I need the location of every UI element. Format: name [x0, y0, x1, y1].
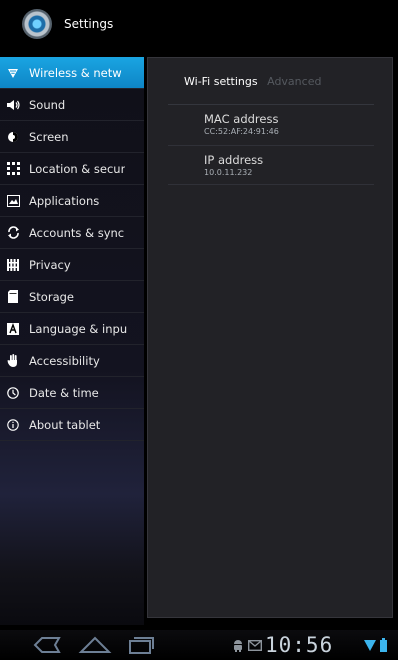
ip-address-value: 10.0.11.232 — [204, 168, 253, 177]
wifi-signal-icon[interactable] — [364, 639, 376, 651]
storage-icon — [6, 290, 20, 304]
sidebar-item-applications[interactable]: Applications — [0, 185, 144, 217]
settings-app-icon[interactable] — [22, 9, 52, 39]
sidebar-item-about-tablet[interactable]: About tablet — [0, 409, 144, 441]
privacy-icon — [6, 258, 20, 272]
app-title: Settings — [64, 17, 114, 31]
settings-sidebar: Wireless & netw Sound Screen Location & … — [0, 57, 144, 625]
settings-tabs: Wi-Fi settings Advanced — [184, 75, 321, 88]
sync-icon — [6, 226, 20, 240]
sidebar-item-label: Privacy — [29, 257, 71, 272]
sidebar-item-label: Accessibility — [29, 353, 100, 368]
sidebar-item-location[interactable]: Location & secur — [0, 153, 144, 185]
sidebar-item-date-time[interactable]: Date & time — [0, 377, 144, 409]
sidebar-item-label: Date & time — [29, 385, 99, 400]
sidebar-item-privacy[interactable]: Privacy — [0, 249, 144, 281]
ip-address-label: IP address — [204, 153, 264, 167]
sidebar-item-label: Applications — [29, 193, 100, 208]
sidebar-item-accounts[interactable]: Accounts & sync — [0, 217, 144, 249]
sidebar-item-label: Storage — [29, 289, 74, 304]
sidebar-item-label: Sound — [29, 97, 66, 112]
sidebar-item-label: Location & secur — [29, 161, 126, 176]
applications-icon — [6, 194, 20, 208]
sidebar-item-wireless[interactable]: Wireless & netw — [0, 57, 144, 89]
list-divider — [168, 184, 374, 185]
wifi-icon — [6, 66, 20, 80]
sidebar-item-label: Screen — [29, 129, 69, 144]
sidebar-item-label: Language & inpu — [29, 321, 128, 336]
sidebar-item-label: Accounts & sync — [29, 225, 125, 240]
recent-apps-button[interactable] — [127, 635, 155, 655]
system-bar: 10:56 — [0, 630, 398, 660]
screen-icon — [6, 130, 20, 144]
mac-address-preference[interactable]: MAC address CC:52:AF:24:91:46 — [204, 112, 384, 136]
sidebar-item-storage[interactable]: Storage — [0, 281, 144, 313]
battery-icon[interactable] — [380, 638, 387, 652]
sidebar-item-screen[interactable]: Screen — [0, 121, 144, 153]
speaker-icon — [6, 98, 20, 112]
gmail-icon[interactable] — [248, 640, 262, 651]
title-bar: Settings — [0, 0, 398, 48]
tab-advanced[interactable]: Advanced — [267, 75, 321, 88]
mac-address-label: MAC address — [204, 112, 279, 126]
back-button[interactable] — [33, 636, 61, 654]
clock-icon — [6, 386, 20, 400]
tab-wifi-settings[interactable]: Wi-Fi settings — [184, 75, 258, 88]
status-clock[interactable]: 10:56 — [265, 633, 333, 657]
mac-address-value: CC:52:AF:24:91:46 — [204, 127, 279, 136]
sidebar-item-label: Wireless & netw — [29, 65, 122, 80]
sidebar-item-sound[interactable]: Sound — [0, 89, 144, 121]
list-divider — [168, 145, 374, 146]
ip-address-preference[interactable]: IP address 10.0.11.232 — [204, 153, 384, 177]
wifi-settings-panel: Wi-Fi settings Advanced MAC address CC:5… — [147, 57, 393, 618]
sidebar-item-accessibility[interactable]: Accessibility — [0, 345, 144, 377]
sidebar-item-label: About tablet — [29, 417, 101, 432]
tabs-divider — [168, 104, 374, 105]
location-grid-icon — [6, 162, 20, 176]
hand-icon — [6, 354, 20, 368]
home-button[interactable] — [78, 635, 112, 655]
info-icon — [6, 418, 20, 432]
sidebar-item-language[interactable]: Language & inpu — [0, 313, 144, 345]
language-icon — [6, 322, 20, 336]
android-debug-icon[interactable] — [232, 639, 244, 652]
